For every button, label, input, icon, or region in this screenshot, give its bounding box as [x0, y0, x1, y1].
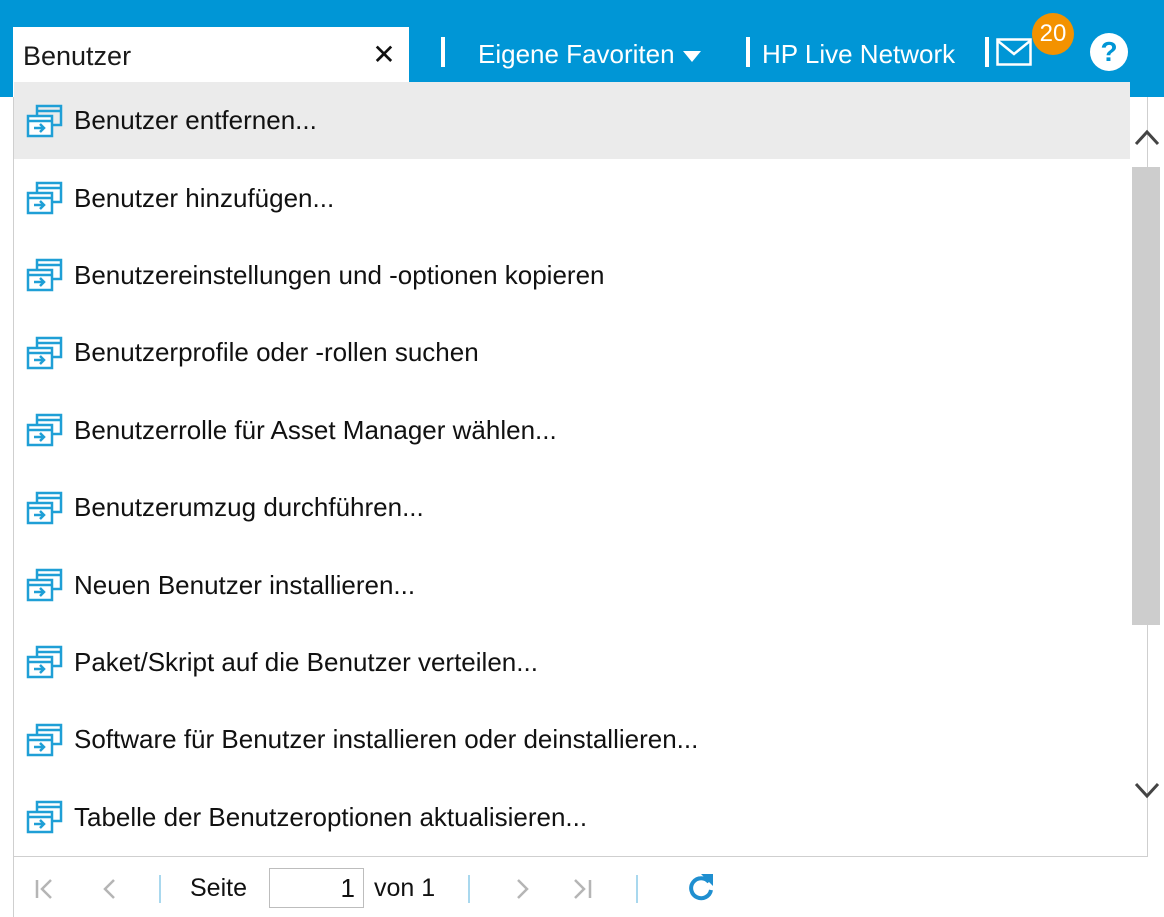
result-item-label: Benutzer hinzufügen... — [74, 182, 335, 213]
pager-separator — [636, 875, 638, 903]
result-item[interactable]: Benutzereinstellungen und -optionen kopi… — [14, 237, 1130, 314]
last-page-icon[interactable] — [569, 875, 595, 903]
scrollbar-thumb[interactable] — [1132, 167, 1160, 625]
action-window-icon — [26, 646, 63, 679]
action-window-icon — [26, 104, 63, 137]
result-item-label: Benutzerumzug durchführen... — [74, 492, 424, 523]
action-window-icon — [26, 568, 63, 602]
action-window-icon — [26, 181, 63, 215]
page-label: Seite — [190, 874, 247, 902]
notification-count-badge: 20 — [1032, 13, 1074, 55]
hp-live-network-link[interactable]: HP Live Network — [762, 34, 955, 74]
result-item-label: Paket/Skript auf die Benutzer verteilen.… — [74, 646, 538, 677]
refresh-icon[interactable] — [686, 871, 716, 903]
result-item[interactable]: Neuen Benutzer installieren... — [14, 546, 1130, 623]
action-window-icon — [26, 336, 63, 370]
action-window-icon — [26, 800, 63, 834]
first-page-icon[interactable] — [32, 875, 58, 903]
result-item-label: Benutzerrolle für Asset Manager wählen..… — [74, 414, 557, 445]
action-window-icon — [26, 723, 63, 757]
result-item[interactable]: Benutzerprofile oder -rollen suchen — [14, 314, 1130, 391]
header-separator — [985, 37, 989, 67]
result-item[interactable]: Benutzer entfernen... — [14, 82, 1130, 160]
pager-separator — [468, 875, 470, 903]
result-item-label: Benutzerprofile oder -rollen suchen — [74, 337, 479, 368]
help-icon[interactable]: ? — [1090, 33, 1128, 71]
pager-separator — [159, 875, 161, 903]
action-window-icon — [26, 414, 63, 447]
result-item[interactable]: Tabelle der Benutzeroptionen aktualisier… — [14, 779, 1130, 856]
pagination-bar: Seite von 1 — [14, 856, 1148, 917]
result-item-label: Benutzer entfernen... — [74, 105, 317, 136]
result-item[interactable]: Paket/Skript auf die Benutzer verteilen.… — [14, 624, 1130, 701]
page-count-label: von 1 — [374, 874, 436, 902]
search-input[interactable] — [23, 35, 353, 77]
header-separator — [441, 37, 445, 67]
header-separator — [746, 37, 750, 67]
action-window-icon — [26, 259, 63, 292]
scroll-down-chevron-icon[interactable] — [1132, 770, 1162, 810]
next-page-icon[interactable] — [509, 875, 535, 903]
caret-down-icon — [682, 50, 701, 62]
result-item[interactable]: Benutzerumzug durchführen... — [14, 469, 1130, 546]
scroll-up-chevron-icon[interactable] — [1132, 118, 1162, 158]
results-list: Benutzer entfernen... Benutzer hinzufüge… — [14, 82, 1130, 856]
favorites-menu[interactable]: Eigene Favoriten — [478, 34, 701, 74]
favorites-label: Eigene Favoriten — [478, 39, 675, 69]
clear-search-button[interactable]: ✕ — [369, 37, 399, 73]
result-item-label: Software für Benutzer installieren oder … — [74, 724, 699, 755]
result-item[interactable]: Benutzerrolle für Asset Manager wählen..… — [14, 392, 1130, 469]
result-item-label: Tabelle der Benutzeroptionen aktualisier… — [74, 801, 588, 832]
result-item[interactable]: Benutzer hinzufügen... — [14, 159, 1130, 236]
previous-page-icon[interactable] — [98, 875, 124, 903]
result-item[interactable]: Software für Benutzer installieren oder … — [14, 701, 1130, 778]
action-window-icon — [26, 491, 63, 524]
mail-icon[interactable] — [996, 38, 1032, 66]
result-item-label: Neuen Benutzer installieren... — [74, 569, 416, 600]
result-item-label: Benutzereinstellungen und -optionen kopi… — [74, 259, 605, 290]
page-number-input[interactable] — [269, 868, 364, 908]
